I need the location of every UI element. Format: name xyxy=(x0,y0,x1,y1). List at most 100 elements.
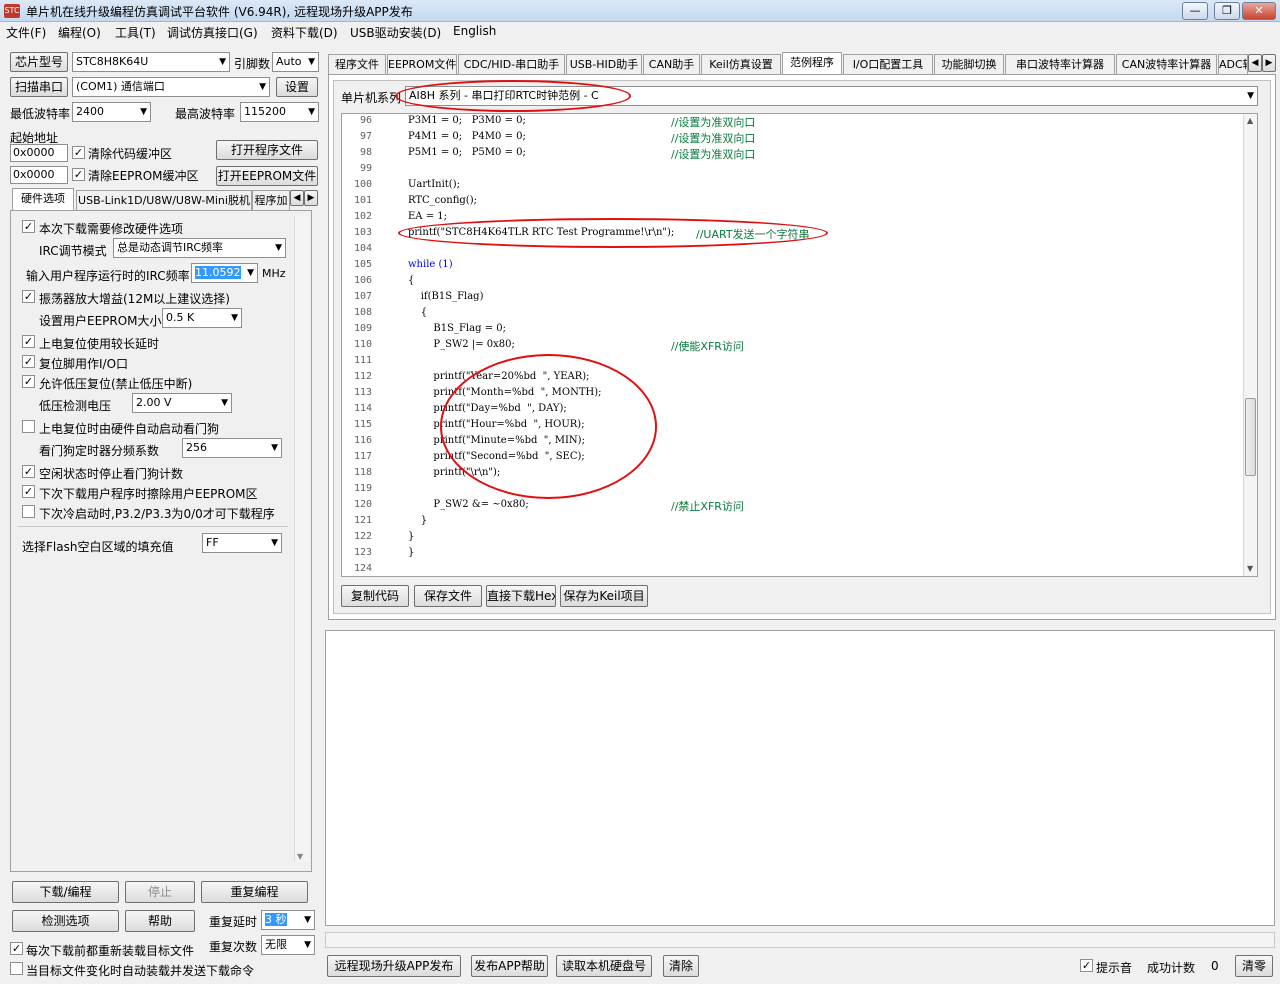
scroll-thumb[interactable] xyxy=(1245,398,1256,476)
reload-each-checkbox[interactable]: ✓ xyxy=(10,942,23,955)
tab-program-add[interactable]: 程序加 xyxy=(252,190,290,210)
cold-boot-checkbox[interactable] xyxy=(22,505,35,518)
idle-wdt-checkbox[interactable]: ✓ xyxy=(22,465,35,478)
line-number: 104 xyxy=(353,243,372,254)
repeat-program-button[interactable]: 重复编程 xyxy=(201,881,308,903)
tab-scroll-left-icon[interactable]: ◀ xyxy=(1248,54,1262,72)
read-disk-id-button[interactable]: 读取本机硬盘号 xyxy=(556,955,652,977)
open-program-file-button[interactable]: 打开程序文件 xyxy=(216,140,318,160)
check-options-button[interactable]: 检测选项 xyxy=(12,910,119,932)
tab-program-file[interactable]: 程序文件 xyxy=(328,54,386,74)
pin-count-select[interactable]: Auto ▼ xyxy=(272,52,319,72)
line-number: 115 xyxy=(353,419,372,430)
download-program-button[interactable]: 下载/编程 xyxy=(12,881,119,903)
wdt-divider-select[interactable]: 256 ▼ xyxy=(182,438,282,458)
auto-reload-checkbox[interactable] xyxy=(10,962,23,975)
tab-scroll-left-icon[interactable]: ◀ xyxy=(290,190,304,206)
menu-program[interactable]: 编程(O) xyxy=(58,24,101,41)
direct-download-hex-button[interactable]: 直接下载Hex xyxy=(486,585,556,607)
chip-type-button[interactable]: 芯片型号 xyxy=(10,52,68,72)
tab-io-config[interactable]: I/O口配置工具 xyxy=(843,54,933,74)
wdt-divider-value: 256 xyxy=(186,441,207,454)
tab-usb-hid[interactable]: USB-HID助手 xyxy=(566,54,642,74)
repeat-count-select[interactable]: 无限 ▼ xyxy=(261,935,315,955)
tab-can-baud[interactable]: CAN波特率计算器 xyxy=(1116,54,1217,74)
menu-english[interactable]: English xyxy=(453,24,496,38)
tab-scroll-right-icon[interactable]: ▶ xyxy=(304,190,318,206)
line-number: 96 xyxy=(359,115,372,126)
max-baud-select[interactable]: 115200 ▼ xyxy=(240,102,319,122)
chip-type-select[interactable]: STC8H8K64U ▼ xyxy=(72,52,230,72)
code-editor[interactable]: 96 P3M1 = 0; P3M0 = 0; //设置为准双向口 97 P4M1 = 0… xyxy=(341,113,1258,577)
code-address-input[interactable]: 0x0000 xyxy=(10,144,68,162)
eeprom-address-input[interactable]: 0x0000 xyxy=(10,166,68,184)
reset-count-button[interactable]: 清零 xyxy=(1235,955,1273,977)
tab-examples[interactable]: 范例程序 xyxy=(782,52,842,74)
tab-adc[interactable]: ADC转 xyxy=(1218,54,1248,74)
tab-cdc-serial[interactable]: CDC/HID-串口助手 xyxy=(458,54,565,74)
tab-scroll-right-icon[interactable]: ▶ xyxy=(1262,54,1276,72)
clear-log-button[interactable]: 清除 xyxy=(663,955,699,977)
menu-file[interactable]: 文件(F) xyxy=(6,24,46,41)
save-file-button[interactable]: 保存文件 xyxy=(414,585,482,607)
tab-hardware-options[interactable]: 硬件选项 xyxy=(12,188,74,210)
flash-fill-select[interactable]: FF ▼ xyxy=(202,533,282,553)
remote-upgrade-publish-button[interactable]: 远程现场升级APP发布 xyxy=(327,955,461,977)
irc-frequency-label: 输入用户程序运行时的IRC频率 xyxy=(26,269,190,283)
clear-code-checkbox[interactable]: ✓ xyxy=(72,146,85,159)
code-line: P_SW2 |= 0x80; xyxy=(408,339,515,350)
tab-eeprom-file[interactable]: EEPROM文件 xyxy=(387,54,457,74)
line-number: 116 xyxy=(353,435,372,446)
save-keil-project-button[interactable]: 保存为Keil项目 xyxy=(560,585,648,607)
line-number: 119 xyxy=(353,483,372,494)
chevron-down-icon: ▼ xyxy=(308,107,315,117)
scan-port-button[interactable]: 扫描串口 xyxy=(10,77,68,97)
hardware-options-scrollbar[interactable]: ▼ xyxy=(294,216,309,862)
repeat-delay-select[interactable]: 3 秒 ▼ xyxy=(261,910,315,930)
eeprom-size-select[interactable]: 0.5 K ▼ xyxy=(162,308,242,328)
lvd-reset-checkbox[interactable]: ✓ xyxy=(22,375,35,388)
tab-can-assistant[interactable]: CAN助手 xyxy=(643,54,700,74)
tab-keil-settings[interactable]: Keil仿真设置 xyxy=(701,54,781,74)
tab-usb-link[interactable]: USB-Link1D/U8W/U8W-Mini脱机 xyxy=(76,190,252,210)
beep-checkbox[interactable]: ✓ xyxy=(1080,959,1093,972)
port-settings-button[interactable]: 设置 xyxy=(276,77,318,97)
menu-debug[interactable]: 调试仿真接口(G) xyxy=(167,24,258,41)
stop-button[interactable]: 停止 xyxy=(125,881,195,903)
port-select[interactable]: (COM1) 通信端口 ▼ xyxy=(72,77,270,97)
irc-mode-select[interactable]: 总是动态调节IRC频率 ▼ xyxy=(113,238,286,258)
max-baud-label: 最高波特率 xyxy=(175,107,236,121)
lvd-voltage-select[interactable]: 2.00 V ▼ xyxy=(132,393,232,413)
output-log[interactable] xyxy=(325,630,1275,926)
menu-tools[interactable]: 工具(T) xyxy=(115,24,156,41)
close-button[interactable]: ✕ xyxy=(1242,2,1276,20)
help-button[interactable]: 帮助 xyxy=(125,910,195,932)
line-number: 117 xyxy=(353,451,372,462)
code-scrollbar[interactable]: ▲ ▼ xyxy=(1243,114,1257,576)
pin-count-label: 引脚数 xyxy=(234,57,271,71)
copy-code-button[interactable]: 复制代码 xyxy=(341,585,409,607)
maximize-button[interactable]: ❐ xyxy=(1214,2,1240,20)
tab-uart-baud[interactable]: 串口波特率计算器 xyxy=(1005,54,1115,74)
min-baud-select[interactable]: 2400 ▼ xyxy=(72,102,151,122)
tab-pin-switch[interactable]: 功能脚切换 xyxy=(934,54,1004,74)
max-baud-value: 115200 xyxy=(244,105,286,118)
line-number: 112 xyxy=(353,371,372,382)
open-eeprom-file-button[interactable]: 打开EEPROM文件 xyxy=(216,166,318,186)
code-comment: //使能XFR访问 xyxy=(671,340,744,353)
modify-hw-checkbox[interactable]: ✓ xyxy=(22,220,35,233)
reset-io-checkbox[interactable]: ✓ xyxy=(22,355,35,368)
chevron-down-icon: ▼ xyxy=(271,538,278,548)
wdt-hw-checkbox[interactable] xyxy=(22,420,35,433)
clear-eeprom-checkbox[interactable]: ✓ xyxy=(72,168,85,181)
irc-frequency-select[interactable]: 11.0592 ▼ xyxy=(191,263,258,283)
menu-usb-driver[interactable]: USB驱动安装(D) xyxy=(350,24,441,41)
flash-fill-label: 选择Flash空白区域的填充值 xyxy=(22,540,174,554)
line-number: 122 xyxy=(353,531,372,542)
erase-eeprom-checkbox[interactable]: ✓ xyxy=(22,485,35,498)
power-delay-checkbox[interactable]: ✓ xyxy=(22,335,35,348)
publish-help-button[interactable]: 发布APP帮助 xyxy=(471,955,548,977)
menu-download[interactable]: 资料下载(D) xyxy=(271,24,338,41)
osc-gain-checkbox[interactable]: ✓ xyxy=(22,290,35,303)
minimize-button[interactable]: — xyxy=(1182,2,1208,20)
